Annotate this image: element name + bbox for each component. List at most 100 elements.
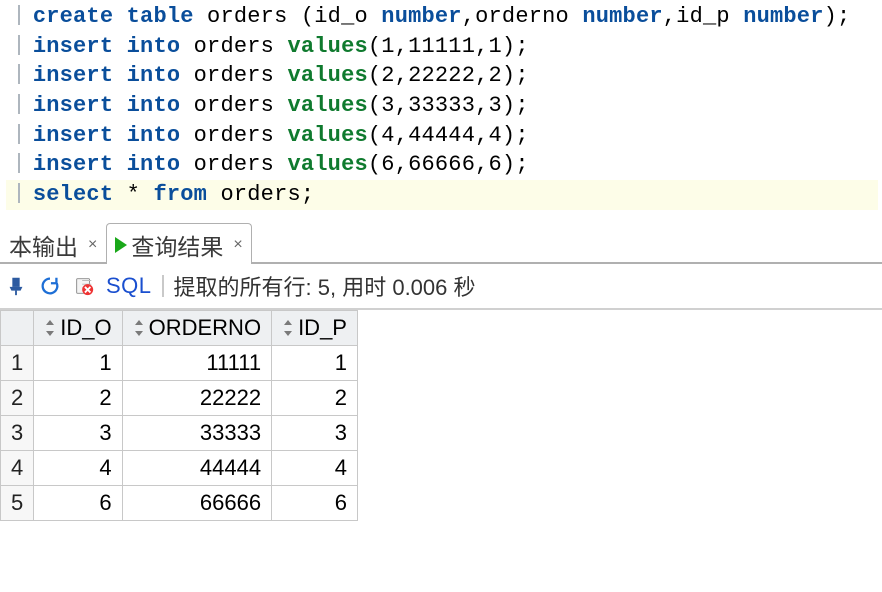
tab-query-result[interactable]: 查询结果 × [106,223,251,264]
code-token: orders; [207,182,314,207]
code-line[interactable]: insert into orders values(3,33333,3); [6,91,878,121]
code-token: orders [180,152,287,177]
code-token: 1,11111,1 [381,34,502,59]
code-token: ( [368,34,381,59]
code-token [113,152,126,177]
code-token: number [582,4,662,29]
code-line[interactable]: insert into orders values(6,66666,6); [6,150,878,180]
data-cell[interactable]: 22222 [122,380,271,415]
data-cell[interactable]: 11111 [122,345,271,380]
code-line[interactable]: insert into orders values(1,11111,1); [6,32,878,62]
row-number-cell: 1 [1,345,34,380]
code-token: 4,44444,4 [381,123,502,148]
row-number-cell: 3 [1,415,34,450]
code-token: select [33,182,113,207]
table-row[interactable]: 22222222 [1,380,358,415]
toolbar-divider [162,275,164,297]
code-token: insert [33,152,113,177]
code-line[interactable]: insert into orders values(4,44444,4); [6,121,878,151]
code-token: orders [180,63,287,88]
code-token: ( [368,93,381,118]
code-line[interactable]: insert into orders values(2,22222,2); [6,61,878,91]
sort-icon [133,320,145,336]
code-token: into [127,123,181,148]
table-row[interactable]: 33333333 [1,415,358,450]
code-token: number [381,4,461,29]
tab-query-result-label: 查询结果 [131,228,223,262]
table-row[interactable]: 44444444 [1,450,358,485]
table-header-row: ID_OORDERNO ID_P [1,310,358,345]
code-token: ( [368,152,381,177]
row-number-cell: 5 [1,485,34,520]
data-cell[interactable]: 6 [272,485,358,520]
code-token [113,4,126,29]
code-token: * [113,182,153,207]
code-token: 3,33333,3 [381,93,502,118]
data-cell[interactable]: 1 [272,345,358,380]
code-token: insert [33,93,113,118]
code-token: into [127,93,181,118]
code-token: values [287,93,367,118]
results-toolbar: SQL 提取的所有行: 5, 用时 0.006 秒 [0,264,882,310]
code-token [113,34,126,59]
code-token: ,orderno [462,4,583,29]
code-token: ( [368,63,381,88]
code-token: insert [33,123,113,148]
code-token [113,63,126,88]
code-token: orders (id_o [194,4,382,29]
data-cell[interactable]: 4 [34,450,122,485]
close-icon[interactable]: × [233,236,242,254]
data-cell[interactable]: 3 [34,415,122,450]
code-token: table [127,4,194,29]
table-row[interactable]: 56666666 [1,485,358,520]
data-cell[interactable]: 4 [272,450,358,485]
code-token [113,123,126,148]
delete-icon[interactable] [72,274,96,298]
code-token: ); [502,34,529,59]
code-token: values [287,123,367,148]
column-header[interactable]: ID_O [34,310,122,345]
code-line[interactable]: create table orders (id_o number,orderno… [6,2,878,32]
code-token: into [127,34,181,59]
tab-script-output[interactable]: 本输出 × [0,223,106,264]
data-cell[interactable]: 2 [34,380,122,415]
data-cell[interactable]: 3 [272,415,358,450]
code-token: ); [824,4,851,29]
code-token: number [743,4,823,29]
data-cell[interactable]: 44444 [122,450,271,485]
close-icon[interactable]: × [88,236,97,254]
row-number-cell: 2 [1,380,34,415]
code-token [113,93,126,118]
column-header[interactable]: ID_P [272,310,358,345]
code-token: into [127,152,181,177]
code-token: ); [502,63,529,88]
code-token: ); [502,123,529,148]
tab-script-output-label: 本输出 [9,228,78,262]
output-tabstrip: 本输出 × 查询结果 × [0,226,882,264]
code-token: ); [502,93,529,118]
data-cell[interactable]: 1 [34,345,122,380]
code-token: create [33,4,113,29]
sql-editor[interactable]: create table orders (id_o number,orderno… [0,0,882,216]
code-token: ( [368,123,381,148]
code-token: 6,66666,6 [381,152,502,177]
table-row[interactable]: 11111111 [1,345,358,380]
code-token: insert [33,63,113,88]
results-grid[interactable]: ID_OORDERNOID_P1111111122222222333333334… [0,310,358,521]
sql-button[interactable]: SQL [106,273,152,299]
code-token: values [287,34,367,59]
data-cell[interactable]: 33333 [122,415,271,450]
code-token: insert [33,34,113,59]
code-line[interactable]: select * from orders; [6,180,878,210]
column-header[interactable]: ORDERNO [122,310,271,345]
data-cell[interactable]: 6 [34,485,122,520]
refresh-icon[interactable] [38,274,62,298]
pin-icon[interactable] [4,274,28,298]
code-token: ,id_p [663,4,743,29]
column-header-label: ID_P [298,315,347,340]
code-token: orders [180,34,287,59]
code-token: values [287,63,367,88]
code-token: orders [180,123,287,148]
data-cell[interactable]: 66666 [122,485,271,520]
data-cell[interactable]: 2 [272,380,358,415]
